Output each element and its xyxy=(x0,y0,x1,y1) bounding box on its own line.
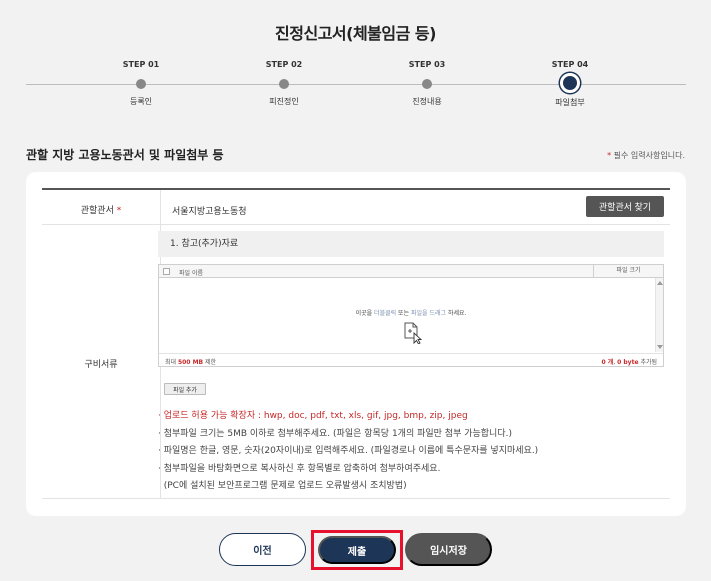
drop-text-3: 하세요. xyxy=(446,310,467,317)
table-top-border xyxy=(42,188,670,190)
scroll-up-icon[interactable] xyxy=(657,281,663,285)
select-all-checkbox[interactable] xyxy=(163,268,170,275)
find-office-button[interactable]: 관할관서 찾기 xyxy=(586,196,664,217)
upload-notes: · 업로드 허용 가능 확장자 : hwp, doc, pdf, txt, xl… xyxy=(158,408,538,496)
step-4-dot-current xyxy=(560,73,580,93)
uploader-scrollbar[interactable] xyxy=(655,278,663,352)
drop-text-1: 이곳을 xyxy=(355,310,375,317)
step-2: STEP 02 피진정인 xyxy=(244,60,324,107)
step-2-dot xyxy=(279,79,289,89)
submit-button[interactable]: 제출 xyxy=(318,536,396,564)
uploader-header: 파일 이름 파일 크기 xyxy=(159,265,663,278)
step-4-name: 파일첨부 xyxy=(555,98,585,107)
required-note: * 필수 입력사항입니다. xyxy=(607,150,685,161)
submit-highlight-box: 제출 xyxy=(311,530,403,570)
form-card: 관할관서 * 서울지방고용노동청 관할관서 찾기 구비서류 1. 참고(추가)자… xyxy=(26,172,686,516)
step-3-name: 진정내용 xyxy=(412,97,442,106)
note-extensions: · 업로드 허용 가능 확장자 : hwp, doc, pdf, txt, xl… xyxy=(158,411,468,421)
table-bottom-border xyxy=(42,498,670,499)
drop-text-drag: 파일을 드래그 xyxy=(411,310,447,317)
step-1-dot xyxy=(136,79,146,89)
file-drop-zone[interactable]: 이곳을 더블클릭 또는 파일을 드래그 하세요. xyxy=(159,278,663,352)
drop-text-2: 또는 xyxy=(396,310,411,317)
required-note-text: 필수 입력사항입니다. xyxy=(613,151,685,160)
size-limit-prefix: 최대 xyxy=(165,359,178,366)
reference-section-title: 1. 참고(추가)자료 xyxy=(158,231,664,257)
size-limit-value: 500 MB xyxy=(177,359,204,366)
step-2-name: 피진정인 xyxy=(269,97,299,106)
file-add-icon xyxy=(404,322,423,344)
office-value: 서울지방고용노동청 xyxy=(172,207,247,217)
note-filename: · 파일명은 한글, 영문, 숫자(20자이내)로 입력해주세요. (파일경로나… xyxy=(158,446,539,456)
file-count-value: 0 개 xyxy=(601,359,614,366)
prev-button[interactable]: 이전 xyxy=(219,533,306,566)
step-1-name: 등록인 xyxy=(129,97,153,106)
scroll-down-icon[interactable] xyxy=(657,345,663,349)
note-security: (PC에 설치된 보안프로그램 문제로 업로드 오류발생시 조치방법) xyxy=(158,481,407,491)
office-required-star: * xyxy=(116,206,122,216)
step-4-label: STEP 04 xyxy=(551,60,589,69)
step-1-label: STEP 01 xyxy=(122,60,160,69)
file-name-header: 파일 이름 xyxy=(179,270,203,277)
documents-label: 구비서류 xyxy=(84,360,118,370)
note-compress: · 첨부파일을 바탕화면으로 복사하신 후 항목별로 압축하여 첨부하여주세요. xyxy=(158,463,441,474)
office-row-label: 관할관서 * xyxy=(42,203,160,216)
drop-instructions: 이곳을 더블클릭 또는 파일을 드래그 하세요. xyxy=(159,308,663,317)
step-2-label: STEP 02 xyxy=(265,60,303,69)
office-label: 관할관서 xyxy=(80,206,114,216)
step-1: STEP 01 등록인 xyxy=(101,60,181,107)
drop-text-doubleclick: 더블클릭 xyxy=(374,310,397,317)
section-title: 관할 지방 고용노동관서 및 파일첨부 등 xyxy=(26,148,224,162)
page-title: 진정신고서(체불임금 등) xyxy=(275,24,436,43)
add-file-button[interactable]: 파일 추가 xyxy=(164,383,206,395)
file-bytes-value: 0 byte xyxy=(617,359,639,366)
temp-save-button[interactable]: 임시저장 xyxy=(405,533,492,566)
note-size: · 첨부파일 크기는 5MB 이하로 첨부해주세요. (파일은 항목당 1개의 … xyxy=(158,428,512,439)
row-divider xyxy=(42,224,670,225)
file-count: 0 개, 0 byte 추가됨 xyxy=(601,357,657,366)
size-limit-suffix: 제한 xyxy=(203,359,217,366)
size-limit: 최대 500 MB 제한 xyxy=(165,357,216,366)
step-3: STEP 03 진정내용 xyxy=(387,60,467,107)
uploader-footer: 최대 500 MB 제한 0 개, 0 byte 추가됨 xyxy=(159,353,663,367)
step-4: STEP 04 파일첨부 xyxy=(530,60,610,108)
step-3-dot xyxy=(422,79,432,89)
required-star: * xyxy=(607,151,612,160)
file-count-suffix: 추가됨 xyxy=(638,359,657,366)
file-size-header: 파일 크기 xyxy=(593,265,663,277)
step-3-label: STEP 03 xyxy=(408,60,446,69)
file-uploader[interactable]: 파일 이름 파일 크기 이곳을 더블클릭 또는 파일을 드래그 하세요. 최대 … xyxy=(158,264,664,367)
